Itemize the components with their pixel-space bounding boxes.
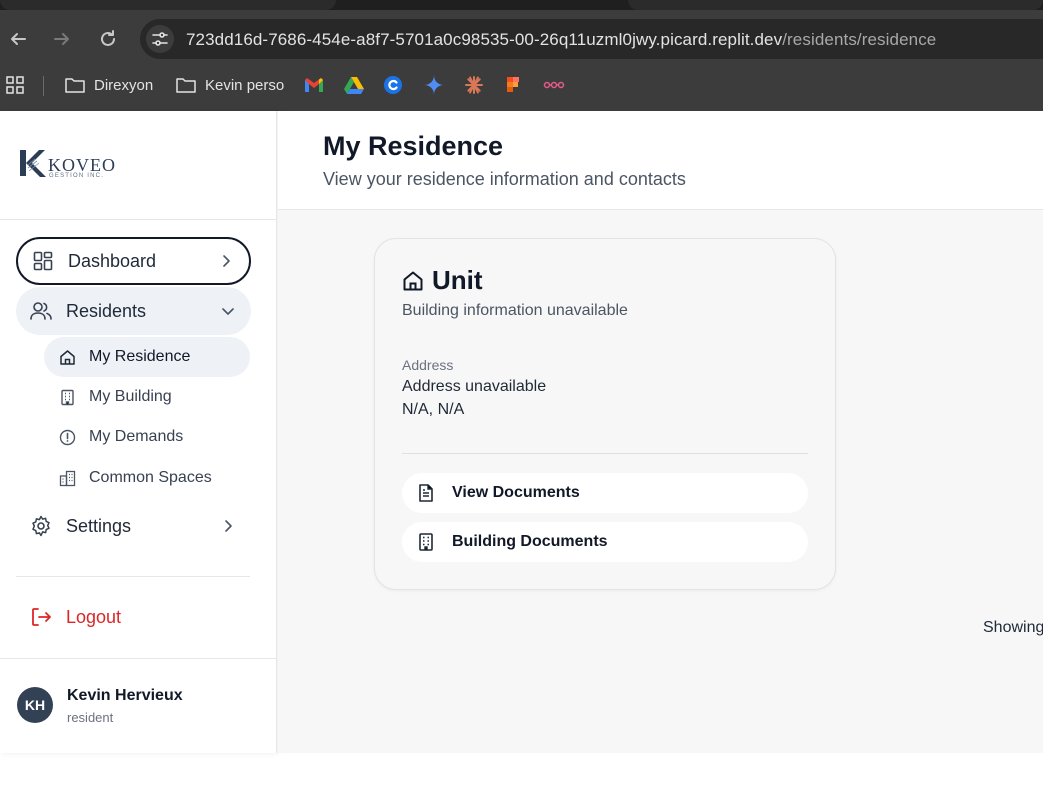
sidebar-divider [0,658,277,659]
user-role: resident [67,710,114,725]
bookmark-link[interactable] [543,74,565,96]
sidebar-item-label: Residents [66,300,147,321]
url-text[interactable]: 723dd16d-7686-454e-a8f7-5701a0c98535-00-… [186,30,936,50]
drive-icon [344,77,364,94]
card-title: Unit [402,265,483,296]
page-header: My Residence View your residence informa… [278,111,1043,210]
reload-icon [101,30,115,46]
gear-icon [30,515,52,537]
sidebar-item-dashboard[interactable]: Dashboard [16,237,251,285]
app: KOVEO GESTION INC. Dashboard Residents M… [0,111,1043,791]
users-icon [30,300,52,322]
address-label: Address [402,357,454,373]
user-name: Kevin Hervieux [67,687,183,704]
bookmark-claude[interactable] [464,74,484,96]
link-icon [543,81,565,89]
logo-subtext: GESTION INC. [49,173,105,179]
browser-tab[interactable] [0,0,336,10]
bookmarks-bar: Direxyon Kevin perso [0,68,1043,102]
card-title-text: Unit [432,265,483,295]
sidebar-subitem-label: Common Spaces [89,469,212,486]
folder-icon [65,78,85,93]
logout-label: Logout [66,606,122,627]
gemini-icon [424,75,444,95]
claude-icon [465,76,483,94]
bookmark-c[interactable] [384,74,402,96]
forward-arrow-icon [54,33,69,45]
logout-button[interactable]: Logout [16,593,251,641]
sidebar-subitem-common-spaces[interactable]: Common Spaces [44,458,250,498]
url-host: 723dd16d-7686-454e-a8f7-5701a0c98535-00-… [186,30,783,49]
building-documents-button[interactable]: Building Documents [402,522,808,562]
gmail-icon [305,78,323,92]
card-subtitle: Building information unavailable [402,302,628,319]
alert-circle-icon [58,428,76,446]
sidebar-subitem-label: My Demands [89,428,184,445]
forward-button[interactable] [50,27,74,51]
bookmark-gmail[interactable] [304,74,324,96]
sidebar-item-label: Settings [66,515,132,536]
chevron-right-icon [225,520,232,532]
page-subtitle: View your residence information and cont… [323,169,686,189]
unit-card: Unit Building information unavailable Ad… [374,238,836,590]
bookmark-separator [43,76,44,96]
avatar[interactable]: KH [17,687,53,723]
chevron-down-icon [222,308,234,315]
address-bar[interactable]: 723dd16d-7686-454e-a8f7-5701a0c98535-00-… [140,19,1043,59]
folder-icon [176,78,196,93]
apps-button[interactable] [6,74,24,96]
figma-icon [507,77,519,92]
sidebar-item-residents[interactable]: Residents [16,287,251,335]
home-icon [403,271,423,290]
view-documents-label: View Documents [452,484,580,501]
apps-grid-icon [6,76,24,94]
sidebar-subitem-my-demands[interactable]: My Demands [44,417,250,457]
bookmark-figma[interactable] [505,74,521,96]
page-title: My Residence [323,131,504,161]
url-path: /residents/residence [782,30,937,49]
building-icon [58,388,76,406]
chevron-right-icon [223,255,230,267]
back-button[interactable] [6,27,30,51]
card-divider [402,453,808,454]
browser-toolbar: 723dd16d-7686-454e-a8f7-5701a0c98535-00-… [0,10,1043,68]
building-documents-label: Building Documents [452,533,608,550]
sidebar-subitem-my-residence[interactable]: My Residence [44,337,250,377]
sidebar: KOVEO GESTION INC. Dashboard Residents M… [0,111,277,753]
site-info-button[interactable] [146,25,174,53]
browser-tab[interactable] [628,0,1043,10]
sidebar-subitem-my-building[interactable]: My Building [44,377,250,417]
tune-icon [152,32,168,46]
koveo-logo[interactable]: KOVEO GESTION INC. [18,147,118,183]
sidebar-subitem-label: My Building [89,388,172,405]
file-text-icon [417,484,435,502]
sidebar-divider [16,576,250,577]
sidebar-item-settings[interactable]: Settings [16,502,251,550]
back-arrow-icon [11,33,26,45]
bookmark-folder-direxyon[interactable]: Direxyon [64,74,153,96]
logout-icon [30,606,52,628]
home-icon [58,348,76,366]
building-icon [417,533,435,551]
dashboard-icon [32,250,54,272]
bookmark-gemini[interactable] [424,74,444,96]
c-icon [384,76,402,94]
bookmark-label: Direxyon [94,76,154,94]
reload-button[interactable] [96,27,120,51]
browser-tabstrip [0,0,1043,10]
bookmark-folder-kevin-perso[interactable]: Kevin perso [175,74,284,96]
sidebar-divider [0,219,277,220]
address-line-1: Address unavailable [402,378,547,395]
showing-text: Showing [983,619,1043,636]
bookmark-drive[interactable] [344,74,364,96]
sidebar-item-label: Dashboard [68,250,157,271]
main-content: My Residence View your residence informa… [278,111,1043,753]
view-documents-button[interactable]: View Documents [402,473,808,513]
sidebar-subitem-label: My Residence [89,348,191,365]
address-line-2: N/A, N/A [402,401,465,418]
browser-chrome: 723dd16d-7686-454e-a8f7-5701a0c98535-00-… [0,10,1043,111]
buildings-icon [58,469,76,487]
bookmark-label: Kevin perso [205,76,285,94]
